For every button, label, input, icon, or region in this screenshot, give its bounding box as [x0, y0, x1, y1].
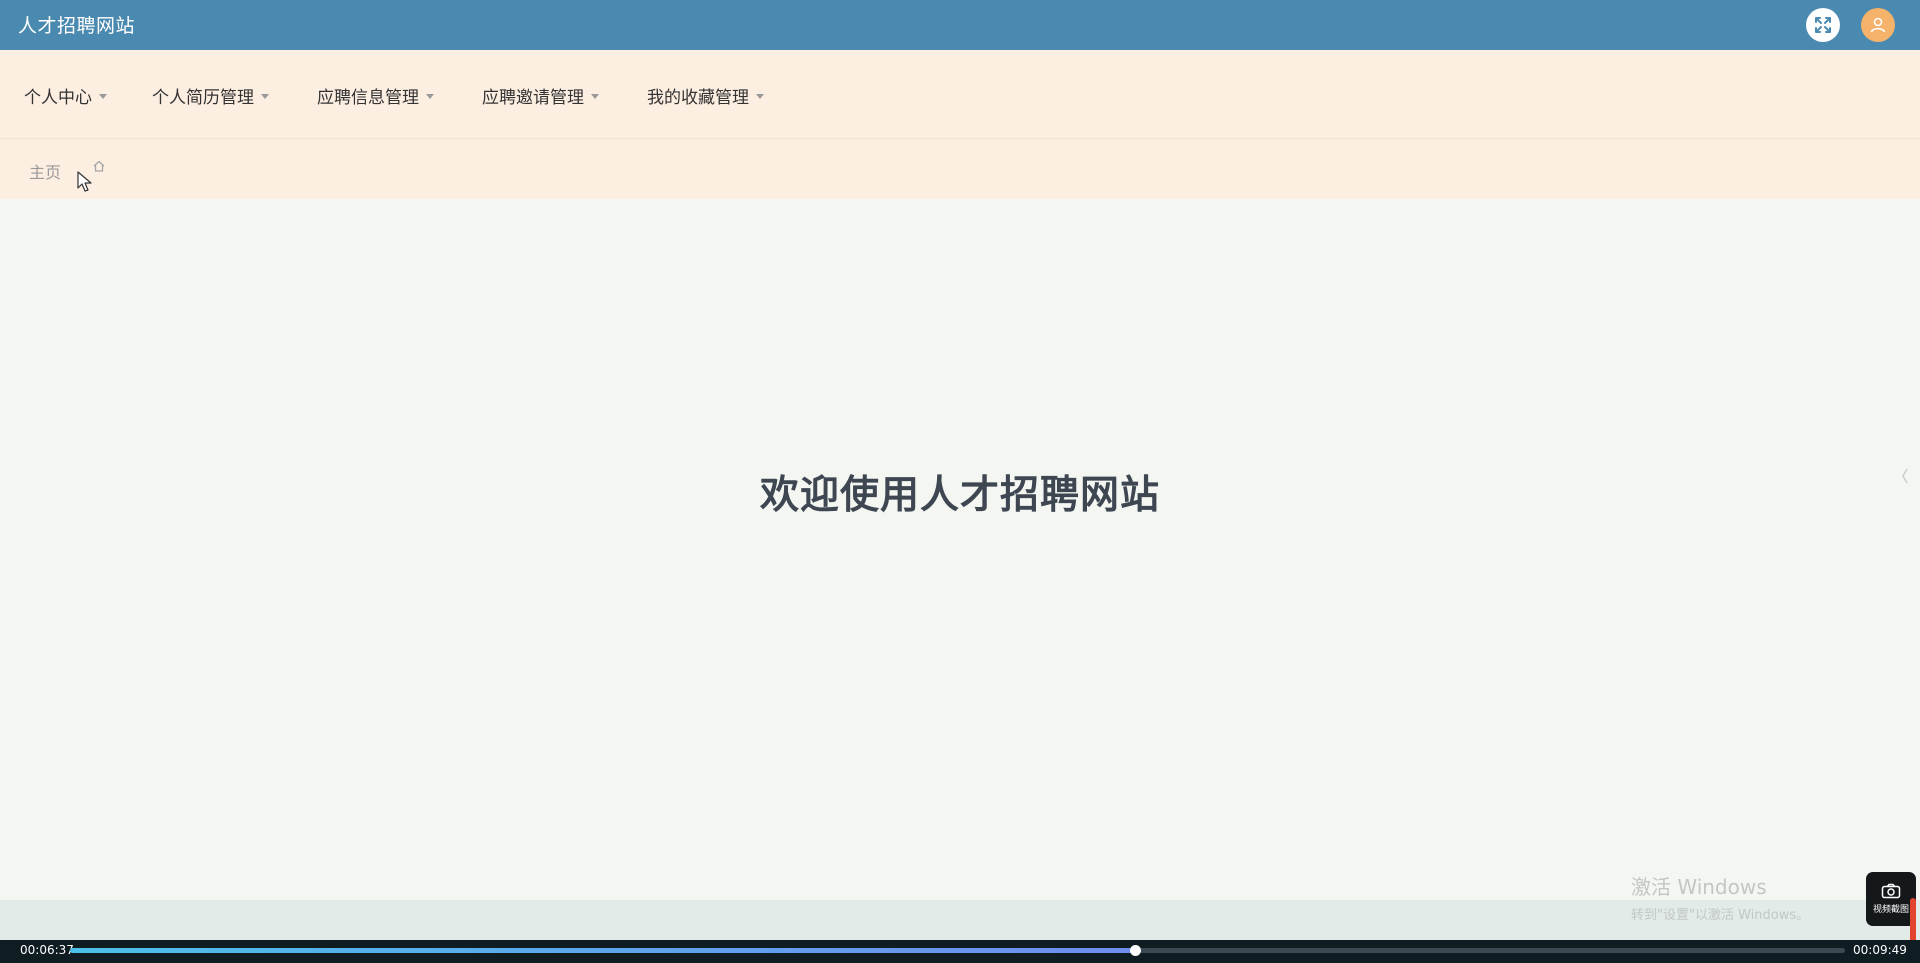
video-player-bar: 00:06:37 00:09:49 — [0, 940, 1920, 963]
total-time: 00:09:49 — [1853, 943, 1907, 957]
progress-fill — [70, 948, 1135, 953]
nav-item-personal-center[interactable]: 个人中心 — [24, 83, 107, 108]
top-header-bar: 人才招聘网站 — [0, 0, 1920, 50]
watermark-title: 激活 Windows — [1631, 875, 1767, 899]
caret-down-icon — [426, 94, 434, 99]
watermark-subtitle: 转到"设置"以激活 Windows。 — [1631, 908, 1810, 923]
fullscreen-button[interactable] — [1806, 8, 1840, 42]
nav-item-label: 我的收藏管理 — [647, 88, 749, 108]
nav-item-invitation-management[interactable]: 应聘邀请管理 — [482, 83, 599, 108]
camera-icon — [1881, 883, 1901, 899]
user-avatar-icon — [1870, 17, 1886, 33]
nav-item-resume-management[interactable]: 个人简历管理 — [152, 83, 269, 108]
home-icon[interactable] — [92, 159, 106, 173]
windows-activation-watermark: 激活 Windows 转到"设置"以激活 Windows。 — [1631, 871, 1809, 923]
breadcrumb-home-link[interactable]: 主页 — [29, 159, 61, 183]
caret-down-icon — [756, 94, 764, 99]
nav-item-label: 个人简历管理 — [152, 88, 254, 108]
chevron-left-icon — [1902, 468, 1908, 484]
video-screenshot-button[interactable]: 视频截图 — [1866, 872, 1916, 926]
nav-item-application-management[interactable]: 应聘信息管理 — [317, 83, 434, 108]
nav-item-label: 应聘信息管理 — [317, 88, 419, 108]
main-nav-bar: 个人中心 个人简历管理 应聘信息管理 应聘邀请管理 我的收藏管理 — [0, 50, 1920, 138]
caret-down-icon — [261, 94, 269, 99]
caret-down-icon — [591, 94, 599, 99]
nav-item-favorites-management[interactable]: 我的收藏管理 — [647, 83, 764, 108]
breadcrumb: 主页 — [0, 138, 1920, 199]
mouse-cursor-icon — [77, 171, 92, 192]
nav-item-label: 应聘邀请管理 — [482, 88, 584, 108]
side-panel-toggle[interactable] — [1898, 463, 1912, 489]
nav-item-label: 个人中心 — [24, 88, 92, 108]
progress-track[interactable] — [70, 945, 1845, 956]
progress-knob[interactable] — [1130, 945, 1141, 956]
main-content: 欢迎使用人才招聘网站 — [0, 199, 1920, 900]
caret-down-icon — [99, 94, 107, 99]
avatar-button[interactable] — [1861, 8, 1895, 42]
screenshot-label: 视频截图 — [1872, 905, 1909, 915]
welcome-heading: 欢迎使用人才招聘网站 — [759, 473, 1160, 518]
current-time: 00:06:37 — [20, 943, 74, 957]
fullscreen-icon — [1815, 17, 1831, 33]
site-title: 人才招聘网站 — [18, 15, 136, 37]
